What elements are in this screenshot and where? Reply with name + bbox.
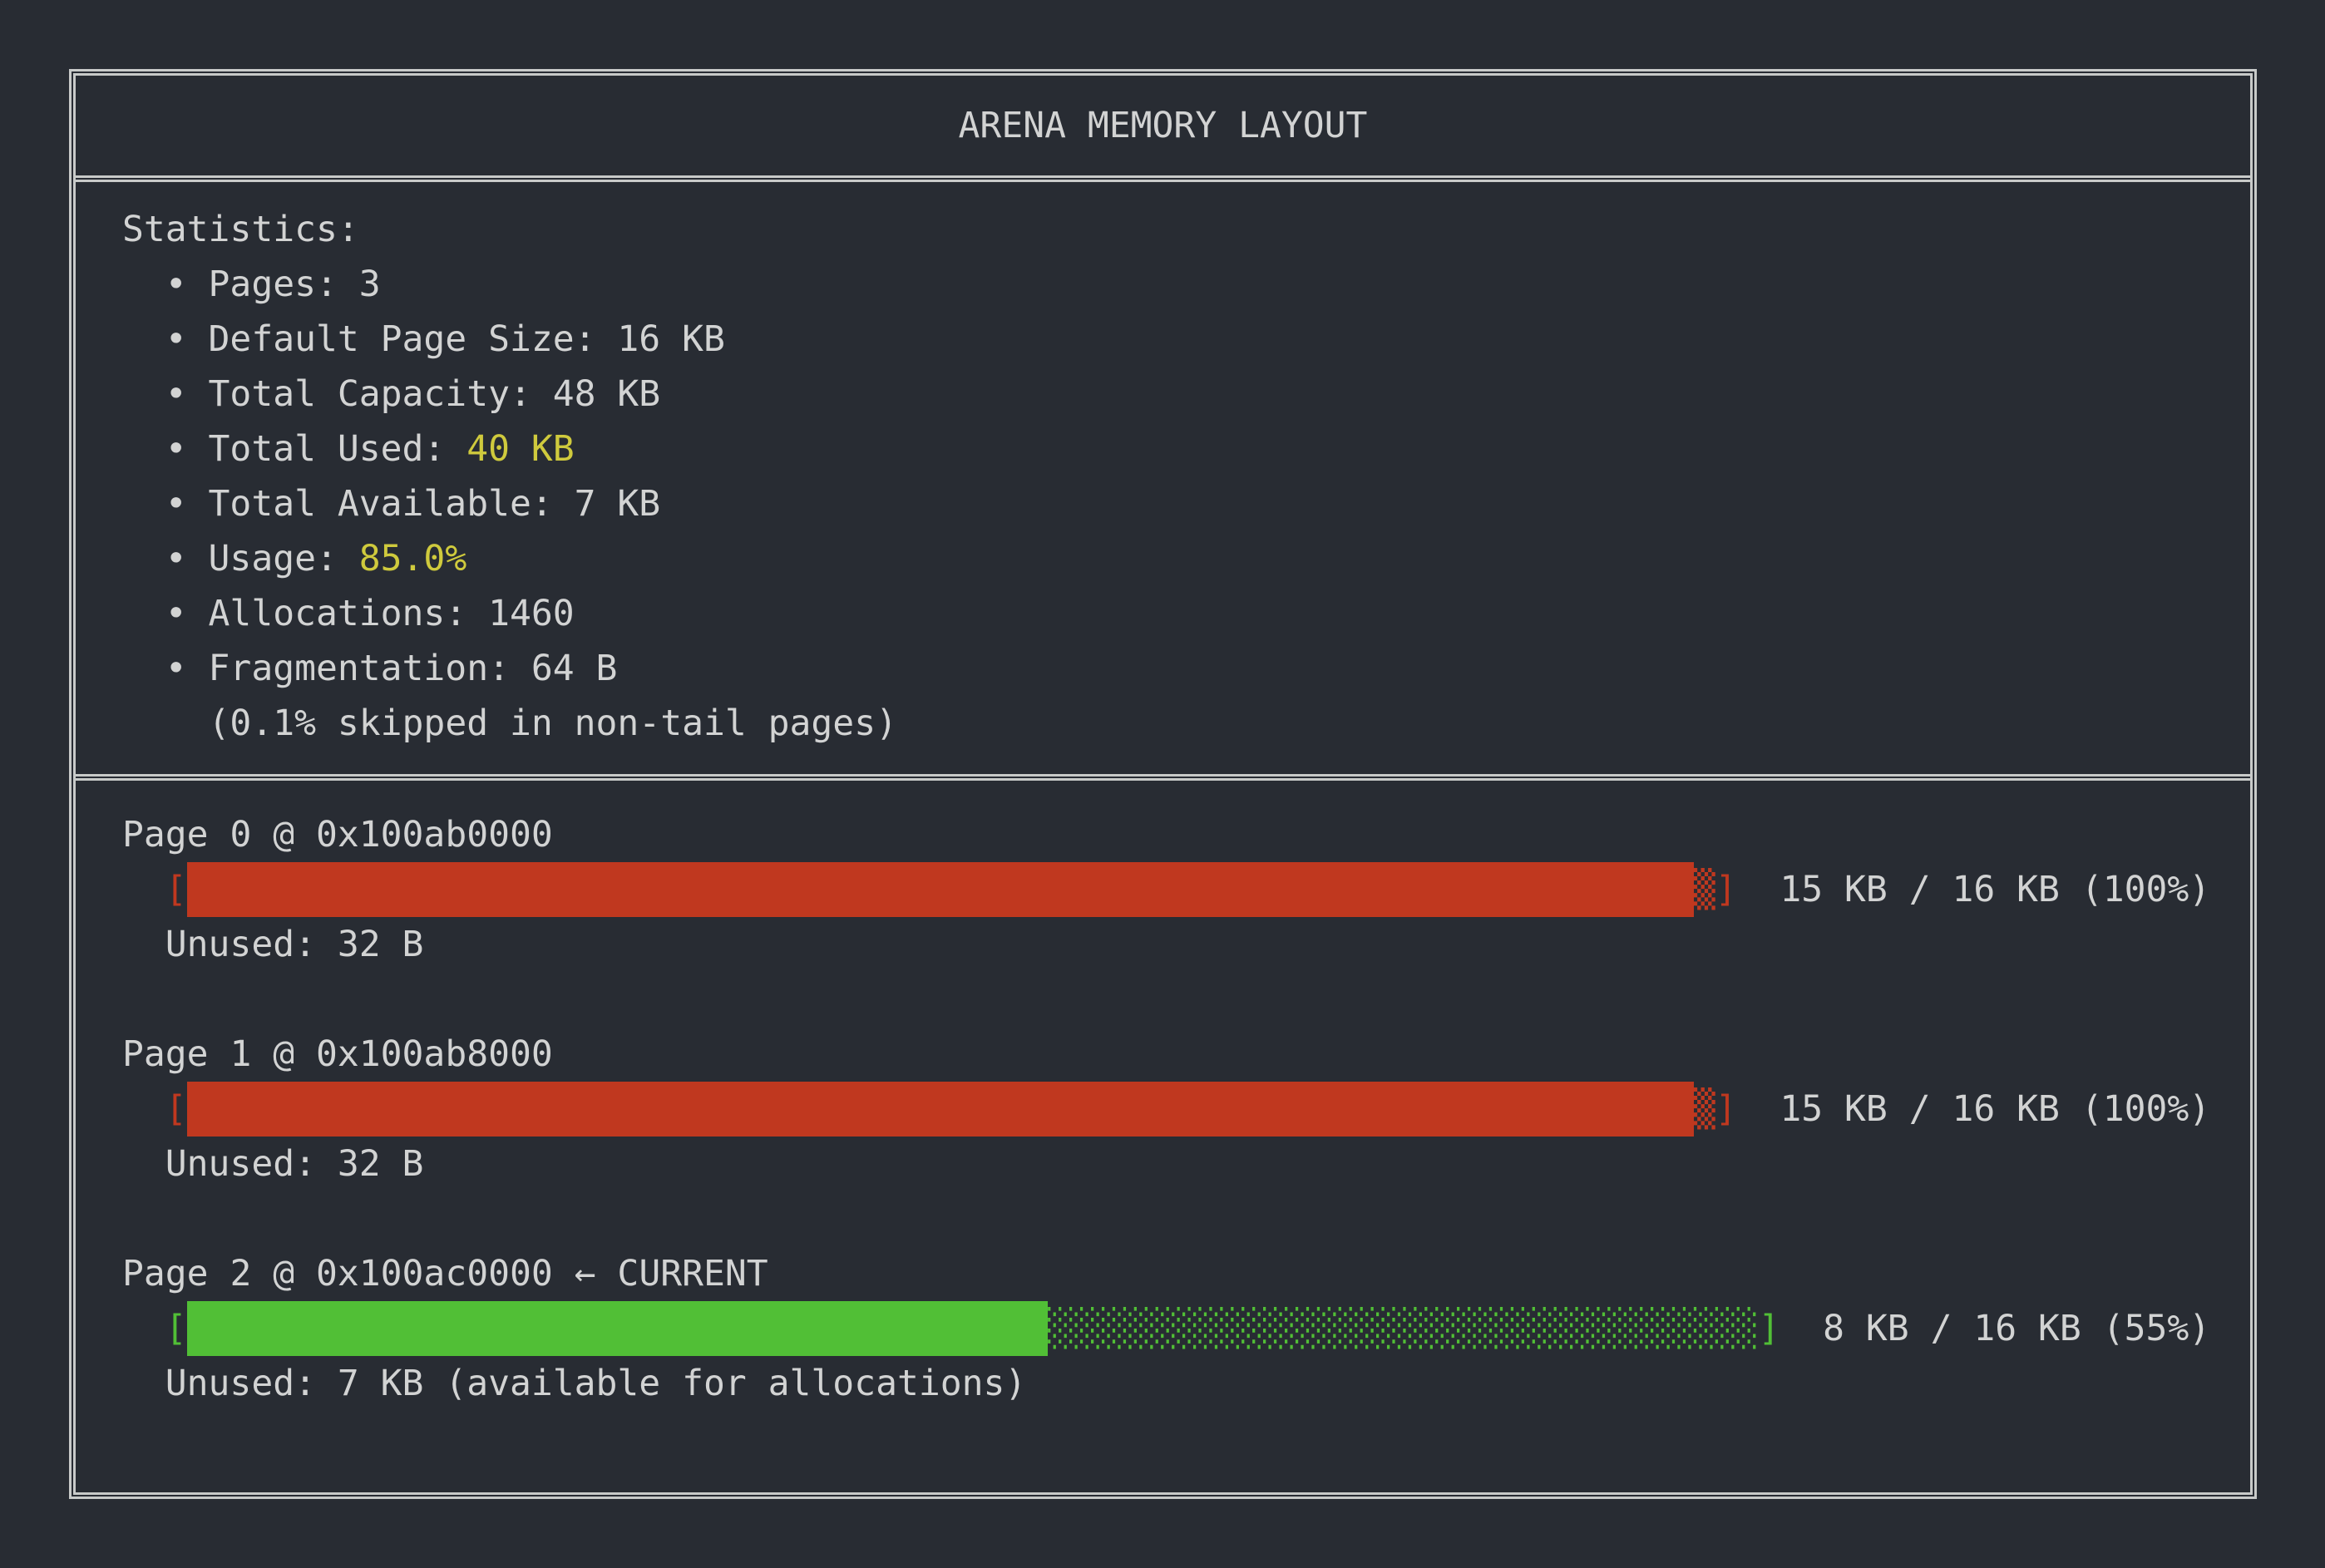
- stat-text: • Total Capacity: 48 KB: [165, 373, 660, 415]
- bar-filled: [187, 1082, 1694, 1137]
- stat-default-page-size: • Default Page Size: 16 KB: [122, 312, 2250, 367]
- stat-total-capacity: • Total Capacity: 48 KB: [122, 367, 2250, 422]
- page-0-unused: Unused: 32 B: [122, 917, 2250, 972]
- bar-open-bracket: [: [165, 1301, 187, 1356]
- stat-value-highlight: 85.0%: [359, 538, 466, 579]
- stat-text: • Total Available: 7 KB: [165, 483, 660, 525]
- stat-text: • Total Used:: [165, 428, 466, 470]
- stat-text: • Usage:: [165, 538, 359, 579]
- stat-text: • Pages: 3: [165, 264, 381, 305]
- statistics-heading: Statistics:: [122, 202, 2250, 257]
- pages-section: Page 0 @ 0x100ab0000 [ ▒ ] 15 KB / 16 KB…: [76, 774, 2250, 1492]
- stat-pages: • Pages: 3: [122, 257, 2250, 312]
- page-2-usage-bar: [ ░░░░░░░░░░░░░░░░░░░░░░░░░░░░░░░░░ ] 8 …: [122, 1301, 2250, 1356]
- page-1-block: Page 1 @ 0x100ab8000 [ ▒ ] 15 KB / 16 KB…: [122, 1027, 2250, 1191]
- stat-allocations: • Allocations: 1460: [122, 586, 2250, 641]
- stat-usage: • Usage: 85.0%: [122, 531, 2250, 586]
- bar-filled: [187, 1301, 1049, 1356]
- page-2-title: Page 2 @ 0x100ac0000 ← CURRENT: [122, 1246, 2250, 1301]
- page-0-title: Page 0 @ 0x100ab0000: [122, 807, 2250, 862]
- page-2-unused: Unused: 7 KB (available for allocations): [122, 1356, 2250, 1411]
- page-0-block: Page 0 @ 0x100ab0000 [ ▒ ] 15 KB / 16 KB…: [122, 807, 2250, 972]
- page-title: ARENA MEMORY LAYOUT: [959, 98, 1368, 153]
- bar-indent: [122, 1082, 165, 1137]
- stat-text: • Default Page Size: 16 KB: [165, 318, 725, 360]
- stat-text: • Fragmentation: 64 B: [165, 648, 618, 689]
- bar-indent: [122, 862, 165, 917]
- page-0-usage-bar: [ ▒ ] 15 KB / 16 KB (100%): [122, 862, 2250, 917]
- bar-usage-text: 15 KB / 16 KB (100%): [1780, 862, 2210, 917]
- page-1-title: Page 1 @ 0x100ab8000: [122, 1027, 2250, 1082]
- bar-filled: [187, 862, 1694, 917]
- bar-usage-text: 15 KB / 16 KB (100%): [1780, 1082, 2210, 1137]
- stat-value-highlight: 40 KB: [466, 428, 574, 470]
- bar-dither: ▒: [1694, 862, 1715, 917]
- bar-close-bracket: ]: [1715, 862, 1737, 917]
- bar-dither: ░░░░░░░░░░░░░░░░░░░░░░░░░░░░░░░░░: [1048, 1301, 1758, 1356]
- page-1-unused: Unused: 32 B: [122, 1137, 2250, 1191]
- bar-gap: [1780, 1301, 1823, 1356]
- stat-total-used: • Total Used: 40 KB: [122, 422, 2250, 476]
- page-1-usage-bar: [ ▒ ] 15 KB / 16 KB (100%): [122, 1082, 2250, 1137]
- bar-usage-text: 8 KB / 16 KB (55%): [1823, 1301, 2210, 1356]
- stat-fragmentation: • Fragmentation: 64 B: [122, 641, 2250, 696]
- page-2-block: Page 2 @ 0x100ac0000 ← CURRENT [ ░░░░░░░…: [122, 1246, 2250, 1411]
- statistics-section: Statistics: • Pages: 3 • Default Page Si…: [76, 175, 2250, 774]
- stat-total-available: • Total Available: 7 KB: [122, 476, 2250, 531]
- stat-fragmentation-note: (0.1% skipped in non-tail pages): [122, 696, 2250, 751]
- bar-open-bracket: [: [165, 862, 187, 917]
- stat-text: • Allocations: 1460: [165, 593, 575, 634]
- bar-gap: [1737, 862, 1780, 917]
- bar-dither: ▒: [1694, 1082, 1715, 1137]
- bar-close-bracket: ]: [1715, 1082, 1737, 1137]
- arena-layout-frame: ARENA MEMORY LAYOUT Statistics: • Pages:…: [69, 69, 2257, 1499]
- bar-indent: [122, 1301, 165, 1356]
- bar-close-bracket: ]: [1758, 1301, 1780, 1356]
- bar-open-bracket: [: [165, 1082, 187, 1137]
- title-section: ARENA MEMORY LAYOUT: [76, 76, 2250, 175]
- terminal-screen: ARENA MEMORY LAYOUT Statistics: • Pages:…: [0, 0, 2325, 1568]
- bar-gap: [1737, 1082, 1780, 1137]
